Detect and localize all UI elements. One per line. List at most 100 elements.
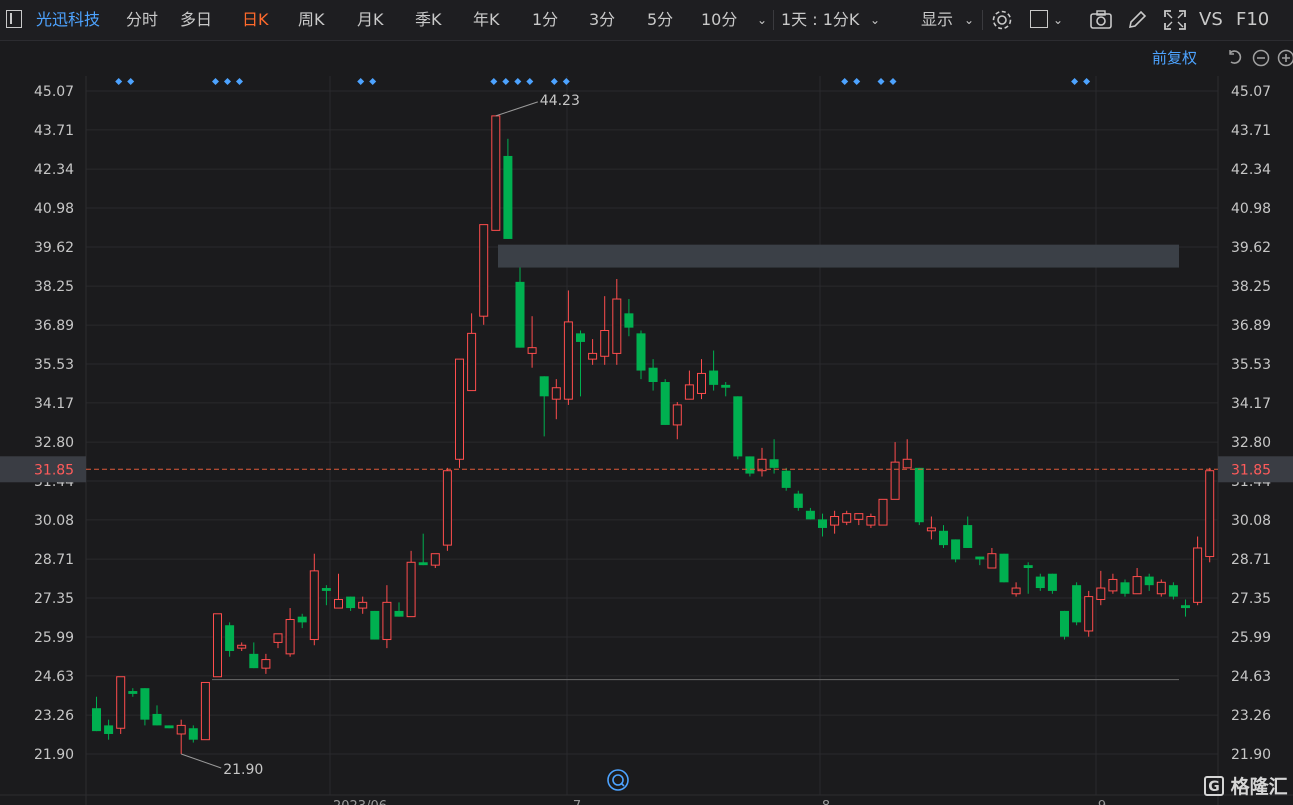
candle[interactable] — [1156, 579, 1166, 597]
candle[interactable] — [842, 510, 852, 526]
candle[interactable] — [975, 556, 985, 566]
candle[interactable] — [213, 613, 222, 678]
candle[interactable] — [539, 376, 549, 437]
candle[interactable] — [1108, 573, 1118, 594]
candle[interactable] — [684, 370, 694, 400]
candle[interactable] — [769, 439, 779, 474]
candle[interactable] — [479, 224, 489, 325]
candle[interactable] — [527, 316, 537, 368]
candle[interactable] — [1096, 570, 1106, 606]
candle[interactable] — [576, 330, 585, 397]
candle[interactable] — [515, 267, 525, 348]
candle[interactable] — [237, 642, 247, 651]
candle[interactable] — [660, 379, 670, 425]
candle[interactable] — [140, 688, 150, 726]
candle[interactable] — [600, 296, 610, 365]
candle[interactable] — [1181, 599, 1190, 617]
candle[interactable] — [92, 696, 101, 732]
event-marker[interactable] — [357, 78, 365, 85]
candle[interactable] — [951, 539, 961, 563]
candle[interactable] — [370, 610, 380, 640]
candle[interactable] — [1168, 582, 1178, 600]
event-marker[interactable] — [1071, 78, 1079, 85]
event-marker[interactable] — [526, 78, 534, 85]
candle[interactable] — [297, 613, 307, 629]
candle[interactable] — [176, 719, 186, 754]
event-marker[interactable] — [115, 78, 123, 85]
candle[interactable] — [745, 456, 755, 477]
candle[interactable] — [987, 547, 997, 569]
event-marker[interactable] — [514, 78, 522, 85]
candle[interactable] — [455, 358, 464, 468]
candle[interactable] — [503, 138, 513, 239]
candles[interactable] — [92, 115, 1215, 754]
candle[interactable] — [697, 359, 706, 400]
candle[interactable] — [624, 299, 634, 337]
candle[interactable] — [406, 550, 416, 618]
candle[interactable] — [588, 339, 598, 365]
event-marker[interactable] — [841, 78, 849, 85]
candle[interactable] — [721, 382, 731, 397]
candle[interactable] — [382, 585, 392, 649]
candle[interactable] — [346, 596, 356, 611]
event-marker[interactable] — [550, 78, 558, 85]
event-marker[interactable] — [127, 78, 135, 85]
candle[interactable] — [200, 681, 210, 741]
candle[interactable] — [152, 705, 162, 726]
candle[interactable] — [394, 602, 404, 617]
candle[interactable] — [636, 330, 646, 380]
event-marker[interactable] — [236, 78, 243, 85]
candle[interactable] — [225, 622, 235, 657]
candle[interactable] — [563, 290, 573, 405]
candle[interactable] — [1060, 610, 1069, 640]
event-marker[interactable] — [889, 78, 897, 85]
candle[interactable] — [273, 633, 283, 649]
event-marker[interactable] — [1083, 78, 1091, 85]
candle[interactable] — [1084, 590, 1094, 637]
candle[interactable] — [430, 553, 440, 569]
candle[interactable] — [358, 596, 368, 614]
candle[interactable] — [1047, 573, 1057, 594]
candle[interactable] — [793, 490, 803, 511]
candle[interactable] — [709, 350, 719, 391]
candle[interactable] — [1205, 467, 1215, 563]
event-marker[interactable] — [224, 78, 231, 85]
candle[interactable] — [188, 725, 198, 743]
kline-chart[interactable]: 45.07 45.07 43.71 43.71 42.34 42.34 40.98 40.98… — [0, 0, 1293, 805]
event-marker[interactable] — [490, 78, 498, 85]
event-marker[interactable] — [853, 78, 861, 85]
candle[interactable] — [612, 278, 622, 365]
event-markers[interactable] — [115, 78, 1091, 85]
candle[interactable] — [854, 513, 864, 526]
candle[interactable] — [866, 513, 876, 528]
event-marker[interactable] — [502, 78, 510, 85]
candle[interactable] — [963, 516, 973, 548]
candle[interactable] — [442, 467, 452, 551]
magnify-icon[interactable] — [606, 768, 630, 792]
event-marker[interactable] — [877, 78, 885, 85]
candle[interactable] — [999, 553, 1009, 583]
candle[interactable] — [1132, 568, 1142, 595]
candle[interactable] — [781, 467, 791, 491]
event-marker[interactable] — [212, 78, 219, 85]
candle[interactable] — [878, 498, 888, 526]
candle[interactable] — [164, 725, 174, 729]
candle[interactable] — [733, 396, 743, 460]
candle[interactable] — [491, 115, 501, 231]
candle[interactable] — [672, 402, 682, 440]
candle[interactable] — [1072, 582, 1082, 626]
candle[interactable] — [418, 533, 428, 566]
candle[interactable] — [334, 573, 343, 609]
candle[interactable] — [1193, 536, 1203, 606]
candle[interactable] — [1011, 582, 1021, 597]
candle[interactable] — [1144, 573, 1154, 591]
candle[interactable] — [249, 642, 259, 669]
candle[interactable] — [104, 719, 114, 740]
candle[interactable] — [116, 676, 126, 734]
candle[interactable] — [285, 608, 295, 657]
candle[interactable] — [551, 379, 561, 420]
candle[interactable] — [902, 439, 912, 469]
candle[interactable] — [914, 467, 924, 526]
candle[interactable] — [1023, 562, 1033, 594]
candle[interactable] — [757, 447, 767, 477]
